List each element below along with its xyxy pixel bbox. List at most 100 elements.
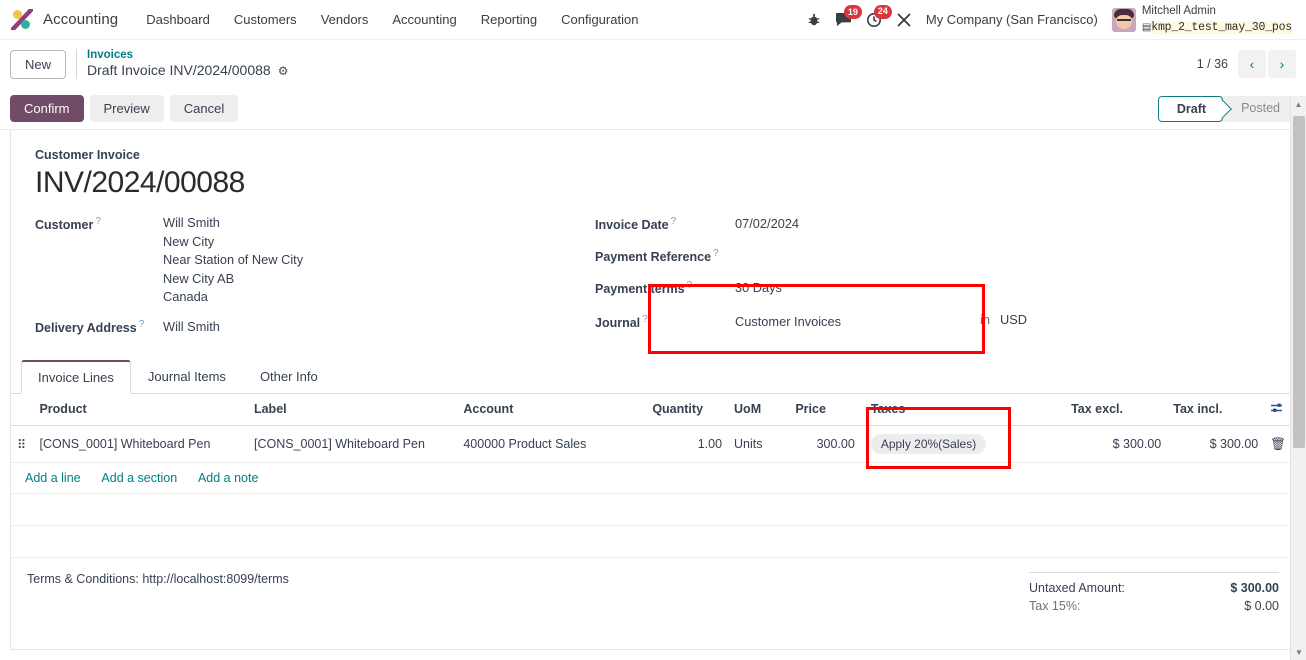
add-a-line-button[interactable]: Add a line	[25, 471, 81, 485]
th-uom[interactable]: UoM	[728, 393, 790, 427]
invoice-lines-table: Product Label Account Quantity UoM Price…	[11, 393, 1295, 559]
payment-terms-value[interactable]: 30 Days	[735, 278, 782, 295]
th-taxes[interactable]: Taxes	[860, 393, 1066, 427]
preview-button[interactable]: Preview	[89, 95, 164, 122]
chevron-right-icon[interactable]: ›	[1268, 50, 1296, 78]
terms-and-conditions[interactable]: Terms & Conditions: http://localhost:809…	[27, 572, 289, 586]
drag-handle-icon[interactable]: ⠿	[11, 425, 34, 464]
clock-icon[interactable]: 24	[866, 4, 892, 28]
menu-item-accounting[interactable]: Accounting	[380, 6, 468, 33]
top-navbar: Accounting Dashboard Customers Vendors A…	[0, 0, 1306, 40]
odoo-logo-icon	[10, 8, 36, 31]
th-product[interactable]: Product	[33, 393, 248, 427]
menu-item-dashboard[interactable]: Dashboard	[134, 6, 222, 33]
cell-tax-incl: $ 300.00	[1167, 425, 1265, 464]
new-button[interactable]: New	[10, 49, 67, 79]
th-quantity[interactable]: Quantity	[646, 393, 729, 427]
delivery-address-value[interactable]: Will Smith	[163, 317, 220, 334]
cell-tax-excl: $ 300.00	[1065, 425, 1168, 464]
scroll-up-icon[interactable]: ▲	[1291, 96, 1306, 112]
currency-preposition: in	[980, 312, 990, 328]
menu-item-reporting[interactable]: Reporting	[469, 6, 549, 33]
blank-row	[11, 525, 1295, 559]
status-badge-posted[interactable]: Posted	[1223, 96, 1296, 122]
breadcrumb: Invoices Draft Invoice INV/2024/00088 ⚙	[87, 48, 288, 80]
th-label[interactable]: Label	[247, 393, 458, 427]
field-invoice-date: Invoice Date? 07/02/2024	[595, 214, 1271, 232]
th-tax-excl[interactable]: Tax excl.	[1065, 393, 1168, 427]
document-type: Customer Invoice	[35, 148, 140, 162]
th-tax-incl[interactable]: Tax incl.	[1167, 393, 1265, 427]
navbar-right-tools: 19 24 My Company (San Francisco) Mitchel…	[807, 4, 1296, 34]
customer-state: New City AB	[163, 270, 235, 286]
notebook-tabs: Invoice Lines Journal Items Other Info	[11, 359, 1295, 394]
cell-quantity[interactable]: 1.00	[646, 425, 729, 464]
gear-icon[interactable]: ⚙	[278, 64, 289, 79]
scroll-down-icon[interactable]: ▼	[1291, 644, 1306, 660]
tab-other-info[interactable]: Other Info	[243, 360, 335, 394]
company-switcher[interactable]: My Company (San Francisco)	[926, 12, 1098, 27]
payment-reference-label: Payment Reference?	[595, 248, 719, 265]
tax-tag[interactable]: Apply 20%(Sales)	[870, 434, 987, 455]
cell-account[interactable]: 400000 Product Sales	[457, 425, 647, 464]
sliders-icon	[1270, 402, 1284, 417]
th-account[interactable]: Account	[457, 393, 647, 427]
invoice-date-label: Invoice Date?	[595, 216, 677, 233]
cell-price[interactable]: 300.00	[789, 425, 861, 464]
help-icon[interactable]: ?	[139, 319, 145, 330]
customer-city: New City	[163, 233, 215, 249]
user-name: Mitchell Admin	[1141, 5, 1216, 18]
breadcrumb-parent-invoices[interactable]: Invoices	[87, 48, 288, 62]
total-untaxed-amount: Untaxed Amount: $ 300.00	[1029, 579, 1279, 597]
customer-value[interactable]: Will Smith New City Near Station of New …	[163, 214, 303, 307]
breadcrumb-divider	[76, 49, 78, 79]
wrench-icon[interactable]	[896, 12, 912, 28]
field-payment-terms: Payment terms? 30 Days	[595, 278, 1271, 296]
invoice-date-value[interactable]: 07/02/2024	[735, 214, 799, 231]
add-row: Add a line Add a section Add a note	[11, 462, 1295, 495]
vertical-scrollbar[interactable]: ▲ ▼	[1290, 96, 1306, 660]
database-name: kmp_2_test_may_30_pos	[1151, 20, 1292, 34]
menu-item-vendors[interactable]: Vendors	[309, 6, 381, 33]
add-a-note-button[interactable]: Add a note	[198, 471, 258, 485]
tax-label: Tax 15%:	[1029, 599, 1081, 614]
invoice-sheet: Customer Invoice INV/2024/00088 Customer…	[10, 130, 1296, 650]
payment-terms-label: Payment terms?	[595, 280, 693, 297]
avatar	[1111, 7, 1136, 32]
help-icon[interactable]: ?	[95, 216, 101, 227]
chevron-left-icon[interactable]: ‹	[1238, 50, 1266, 78]
th-price[interactable]: Price	[789, 393, 861, 427]
tab-invoice-lines[interactable]: Invoice Lines	[21, 359, 131, 394]
help-icon[interactable]: ?	[642, 314, 648, 325]
user-menu[interactable]: Mitchell Admin ▤kmp_2_test_may_30_pos	[1111, 5, 1292, 34]
cell-label[interactable]: [CONS_0001] Whiteboard Pen	[247, 425, 458, 464]
left-field-column: Customer? Will Smith New City Near Stati…	[35, 214, 595, 338]
confirm-button[interactable]: Confirm	[10, 95, 84, 122]
activities-badge: 24	[873, 4, 892, 19]
table-row[interactable]: ⠿ [CONS_0001] Whiteboard Pen [CONS_0001]…	[11, 425, 1295, 464]
help-icon[interactable]: ?	[713, 248, 719, 259]
tax-value: $ 0.00	[1244, 599, 1279, 614]
customer-country: Canada	[163, 289, 208, 305]
chat-icon[interactable]: 19	[835, 5, 862, 27]
field-customer: Customer? Will Smith New City Near Stati…	[35, 214, 595, 307]
status-badge-draft[interactable]: Draft	[1157, 95, 1224, 122]
totals-block: Untaxed Amount: $ 300.00 Tax 15%: $ 0.00	[1029, 572, 1279, 615]
bug-icon[interactable]	[807, 13, 821, 27]
menu-item-customers[interactable]: Customers	[222, 6, 309, 33]
tab-journal-items[interactable]: Journal Items	[131, 360, 243, 394]
cancel-button[interactable]: Cancel	[169, 95, 239, 122]
menu-item-configuration[interactable]: Configuration	[549, 6, 650, 33]
add-a-section-button[interactable]: Add a section	[101, 471, 177, 485]
scrollbar-thumb[interactable]	[1293, 116, 1305, 448]
journal-label: Journal?	[595, 314, 648, 331]
currency-value[interactable]: USD	[1000, 312, 1027, 327]
cell-product[interactable]: [CONS_0001] Whiteboard Pen	[33, 425, 248, 464]
cell-taxes[interactable]: Apply 20%(Sales)	[860, 425, 1066, 464]
journal-value[interactable]: Customer Invoices	[735, 312, 841, 329]
customer-name: Will Smith	[163, 215, 220, 230]
cell-uom[interactable]: Units	[728, 425, 790, 464]
help-icon[interactable]: ?	[687, 280, 693, 291]
help-icon[interactable]: ?	[671, 216, 677, 227]
brand-home[interactable]: Accounting	[10, 8, 118, 31]
